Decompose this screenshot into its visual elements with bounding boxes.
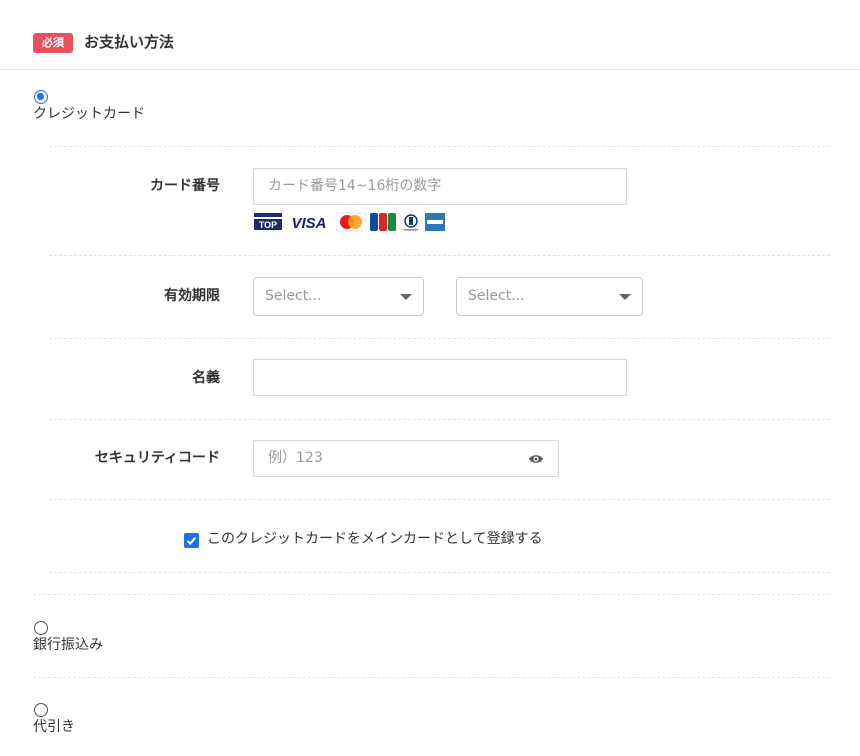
expiry-month-value: Select... xyxy=(265,288,322,304)
radio-cash-on-delivery[interactable] xyxy=(34,703,48,717)
section-title: お支払い方法 xyxy=(84,33,175,51)
visa-logo-text: VISA xyxy=(291,215,326,232)
section-header: 必須 お支払い方法 xyxy=(0,0,860,70)
required-badge: 必須 xyxy=(33,33,73,53)
security-code-input[interactable]: 例）123 xyxy=(253,440,559,477)
divider xyxy=(49,419,830,420)
divider xyxy=(49,499,830,500)
main-card-checkbox-label: このクレジットカードをメインカードとして登録する xyxy=(207,531,543,547)
eye-icon[interactable] xyxy=(528,453,544,465)
radio-credit-card[interactable] xyxy=(34,90,48,104)
chevron-down-icon xyxy=(619,294,631,300)
amex-logo xyxy=(425,213,445,231)
expiry-label: 有効期限 xyxy=(164,288,220,304)
main-card-checkbox[interactable] xyxy=(184,533,199,548)
radio-bank-transfer[interactable] xyxy=(34,621,48,635)
divider xyxy=(49,146,830,147)
expiry-year-value: Select... xyxy=(468,288,525,304)
security-code-label: セキュリティコード xyxy=(94,450,220,466)
divider xyxy=(33,594,830,595)
card-number-label: カード番号 xyxy=(150,178,220,194)
expiry-year-select[interactable]: Select... xyxy=(456,277,643,316)
top-logo-text: TOP xyxy=(259,220,277,230)
radio-label-bank-transfer: 銀行振込み xyxy=(33,637,103,653)
visa-logo: VISA xyxy=(291,215,326,232)
jcb-logo xyxy=(370,213,396,231)
divider xyxy=(49,338,830,339)
expiry-month-select[interactable]: Select... xyxy=(253,277,424,316)
divider xyxy=(49,255,830,256)
divider xyxy=(49,572,830,573)
cardholder-name-label: 名義 xyxy=(192,370,220,386)
chevron-down-icon xyxy=(400,294,412,300)
top-card-logo: TOP xyxy=(253,212,283,232)
checkmark-icon xyxy=(186,536,197,545)
divider xyxy=(33,677,830,678)
security-code-placeholder: 例）123 xyxy=(268,450,323,466)
mastercard-logo xyxy=(336,212,366,232)
cardholder-name-input[interactable] xyxy=(253,359,627,396)
radio-label-credit-card: クレジットカード xyxy=(33,106,145,122)
diners-club-logo xyxy=(404,214,418,231)
radio-label-cash-on-delivery: 代引き xyxy=(33,719,75,735)
card-number-input[interactable]: カード番号14~16桁の数字 xyxy=(253,168,627,205)
